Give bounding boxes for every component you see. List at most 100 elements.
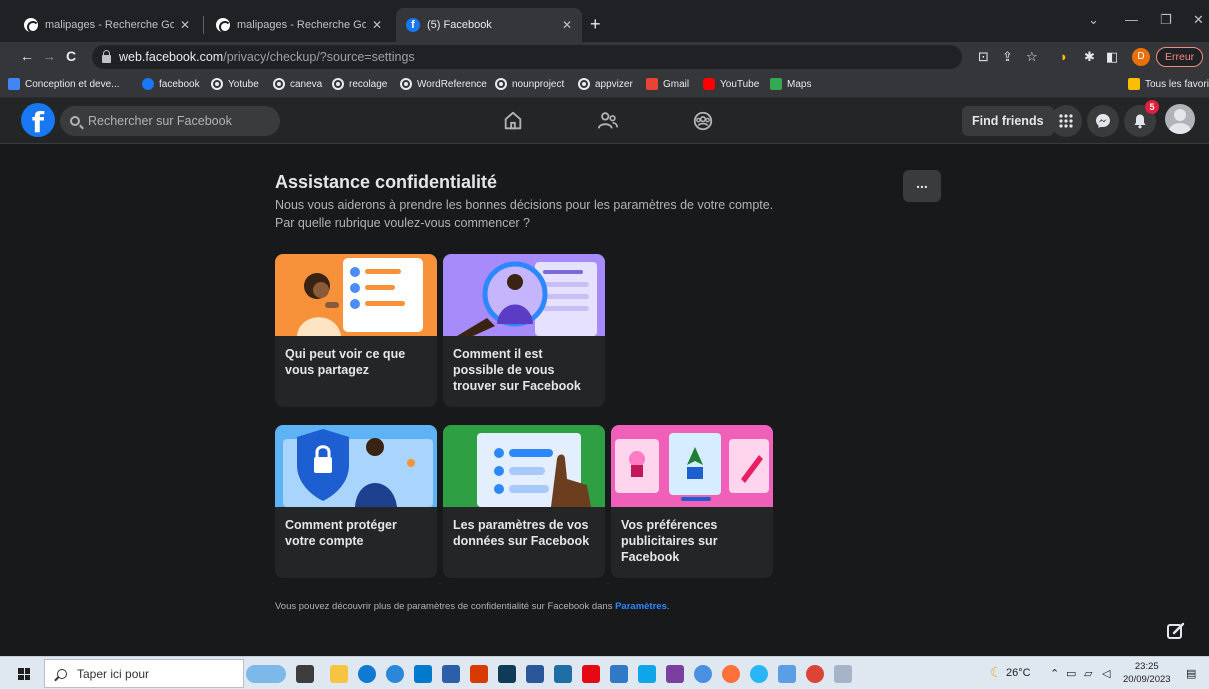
bookmark-item[interactable]: Yotube (211, 78, 259, 90)
browser-toolbar: ← → C web.facebook.com/privacy/checkup/?… (0, 42, 1209, 72)
app-icon[interactable] (778, 665, 796, 683)
windows-start-icon[interactable] (18, 668, 30, 680)
card-illustration (611, 425, 773, 507)
friends-icon[interactable] (597, 110, 619, 132)
bell-icon (1134, 114, 1146, 129)
word-icon[interactable] (526, 665, 544, 683)
calculator-icon[interactable] (638, 665, 656, 683)
app-icon[interactable] (498, 665, 516, 683)
close-tab-icon[interactable]: ✕ (372, 18, 382, 32)
bookmark-item[interactable]: Gmail (646, 78, 689, 90)
battery-icon[interactable]: ▭ (1066, 667, 1076, 680)
search-input[interactable] (88, 114, 268, 128)
file-explorer-icon[interactable] (330, 665, 348, 683)
groups-icon[interactable] (692, 110, 714, 132)
mail-icon[interactable] (554, 665, 572, 683)
settings-link[interactable]: Paramètres (615, 601, 667, 612)
bookmark-item[interactable]: caneva (273, 78, 322, 90)
globe-icon (332, 78, 344, 90)
minimize-icon[interactable]: — (1125, 12, 1138, 27)
browser-tab[interactable]: malipages - Recherche Google ✕ (206, 8, 392, 42)
widgets-icon[interactable] (246, 665, 286, 683)
bookmark-item[interactable]: recolage (332, 78, 387, 90)
chrome-icon[interactable] (806, 665, 824, 683)
error-button[interactable]: Erreur (1156, 47, 1204, 67)
weather-temp[interactable]: 26°C (1006, 667, 1031, 679)
app-icon[interactable] (694, 665, 712, 683)
messenger-button[interactable] (1087, 105, 1119, 137)
extension-icon[interactable]: ◗ (1060, 49, 1068, 64)
find-friends-button[interactable]: Find friends (962, 106, 1054, 136)
compose-icon[interactable] (1166, 621, 1186, 641)
address-bar[interactable]: web.facebook.com/privacy/checkup/?source… (92, 45, 962, 69)
all-bookmarks[interactable]: Tous les favoris (1128, 78, 1209, 90)
network-icon[interactable]: ▱ (1084, 667, 1092, 680)
app-icon[interactable] (834, 665, 852, 683)
close-window-icon[interactable]: ✕ (1193, 12, 1204, 28)
bookmark-item[interactable]: facebook (142, 78, 200, 90)
card-illustration (275, 425, 437, 507)
maps-icon (770, 78, 782, 90)
firefox-icon[interactable] (722, 665, 740, 683)
browser-tab-strip: malipages - Recherche Google ✕ malipages… (0, 0, 1209, 42)
side-panel-icon[interactable]: ◧ (1106, 49, 1118, 65)
page-title: Assistance confidentialité (275, 172, 498, 192)
bookmark-item[interactable]: appvizer (578, 78, 633, 90)
taskbar-clock[interactable]: 23:25 20/09/2023 (1123, 660, 1171, 686)
home-icon[interactable] (502, 110, 524, 132)
app-icon[interactable] (666, 665, 684, 683)
weather-moon-icon[interactable]: ☾ (990, 664, 1003, 681)
tray-chevron-icon[interactable]: ⌃ (1050, 667, 1059, 680)
lock-icon[interactable] (102, 49, 111, 63)
install-app-icon[interactable]: ⊡ (978, 49, 989, 65)
browser-tab-active[interactable]: f (5) Facebook ✕ (396, 8, 582, 42)
new-tab-button[interactable]: + (590, 14, 601, 35)
card-who-can-see[interactable]: Qui peut voir ce que vous partagez (275, 254, 437, 407)
bookmark-item[interactable]: WordReference (400, 78, 487, 90)
share-icon[interactable]: ⇪ (1002, 49, 1013, 65)
card-protect-account[interactable]: Comment protéger votre compte (275, 425, 437, 578)
netflix-icon[interactable] (582, 665, 600, 683)
bookmark-item[interactable]: Maps (770, 78, 811, 90)
edge-icon[interactable] (358, 665, 376, 683)
browser-icon[interactable] (750, 665, 768, 683)
menu-grid-button[interactable] (1050, 105, 1082, 137)
puzzle-extensions-icon[interactable]: ✱ (1084, 49, 1095, 65)
bookmark-star-icon[interactable]: ☆ (1026, 49, 1038, 65)
app-icon[interactable] (610, 665, 628, 683)
facebook-logo[interactable]: f (21, 103, 55, 137)
windows-taskbar: Taper ici pour ☾ 26°C ⌃ ▭ ▱ ◁ 23:25 20/0… (0, 656, 1209, 689)
bookmark-item[interactable]: Conception et deve... (8, 78, 120, 90)
card-label: Comment protéger votre compte (285, 518, 397, 548)
card-illustration (275, 254, 437, 336)
facebook-search[interactable] (60, 106, 280, 136)
reload-icon[interactable]: C (66, 48, 76, 64)
maximize-icon[interactable]: ❐ (1160, 12, 1172, 28)
forward-arrow-icon[interactable]: → (42, 48, 56, 64)
bookmark-item[interactable]: nounproject (495, 78, 564, 90)
profile-avatar[interactable]: D (1132, 48, 1150, 66)
browser-tab[interactable]: malipages - Recherche Google ✕ (14, 8, 200, 42)
card-label: Qui peut voir ce que vous partagez (285, 347, 406, 377)
task-view-icon[interactable] (296, 665, 314, 683)
taskbar-search[interactable]: Taper ici pour (44, 659, 244, 688)
store-icon[interactable] (442, 665, 460, 683)
volume-icon[interactable]: ◁ (1102, 667, 1110, 680)
bookmark-item[interactable]: YouTube (703, 78, 759, 90)
cortana-icon[interactable] (386, 665, 404, 683)
card-label: Comment il est possible de vous trouver … (453, 347, 581, 393)
close-tab-icon[interactable]: ✕ (562, 18, 572, 32)
devtools-icon (8, 78, 20, 90)
more-options-button[interactable]: ... (903, 170, 941, 202)
close-tab-icon[interactable]: ✕ (180, 18, 190, 32)
card-ad-preferences[interactable]: Vos préférences publicitaires sur Facebo… (611, 425, 773, 578)
avatar[interactable] (1165, 104, 1195, 134)
facebook-icon (142, 78, 154, 90)
notification-center-icon[interactable]: ▤ (1186, 667, 1196, 680)
card-data-settings[interactable]: Les paramètres de vos données sur Facebo… (443, 425, 605, 578)
tab-search-icon[interactable]: ⌄ (1088, 12, 1099, 28)
back-arrow-icon[interactable]: ← (20, 48, 34, 64)
card-how-find-you[interactable]: Comment il est possible de vous trouver … (443, 254, 605, 407)
access-icon[interactable] (470, 665, 488, 683)
vscode-icon[interactable] (414, 665, 432, 683)
